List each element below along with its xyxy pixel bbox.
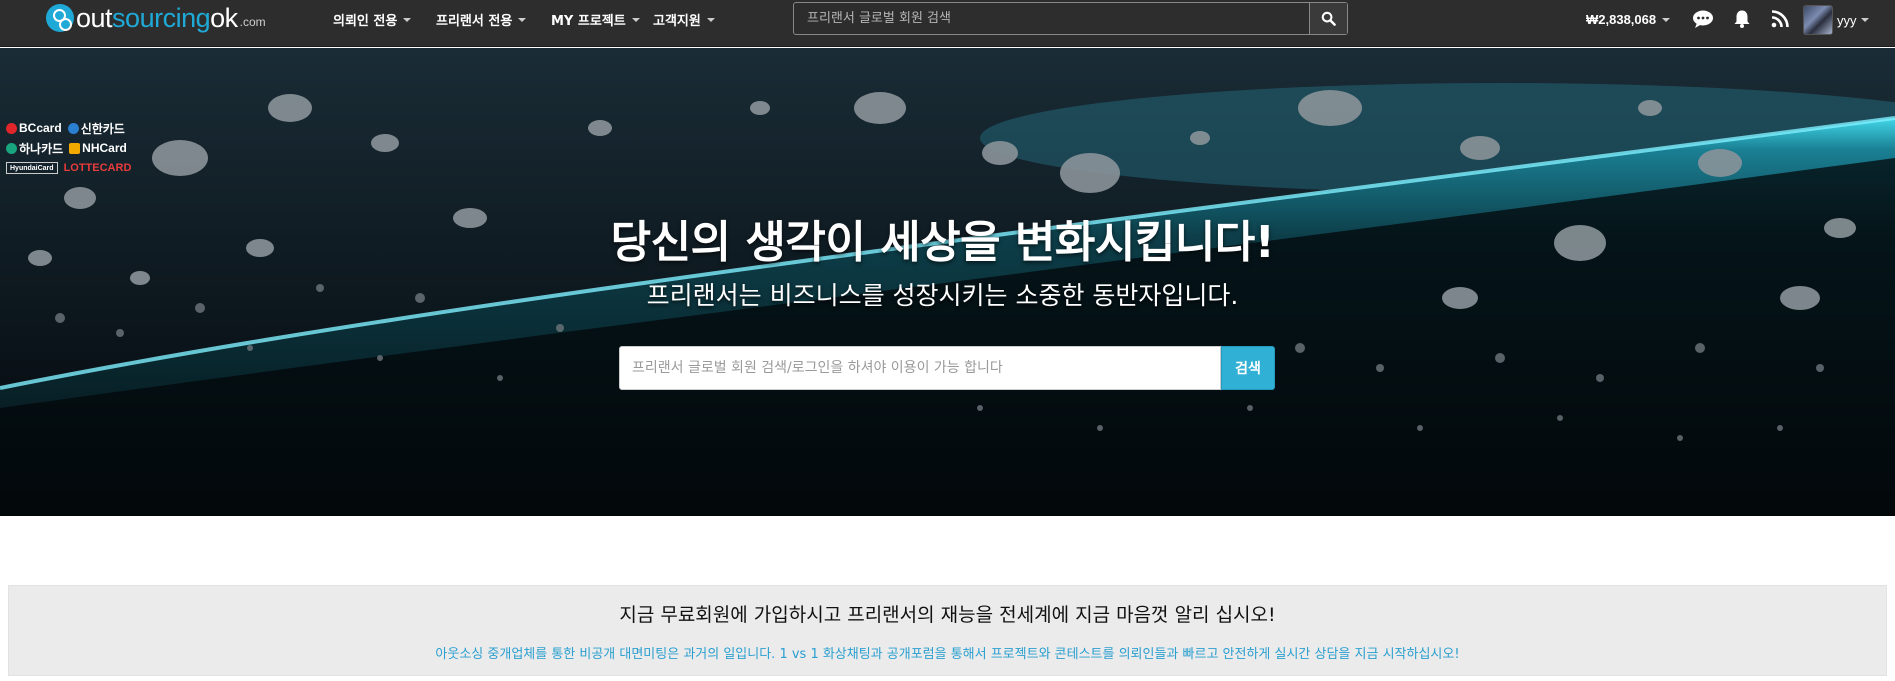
nav-search-button[interactable] xyxy=(1309,3,1347,34)
hero-subtitle: 프리랜서는 비즈니스를 성장시키는 소중한 동반자입니다. xyxy=(646,281,1239,310)
promo-banner: 지금 무료회원에 가입하시고 프리랜서의 재능을 전세계에 지금 마음껏 알리 … xyxy=(8,585,1887,676)
caret-down-icon xyxy=(706,17,715,22)
menu-customer-support[interactable]: 고객지원 xyxy=(653,0,715,39)
hero-title: 당신의 생각이 세상을 변화시킵니다! xyxy=(610,217,1275,268)
nav-search-box xyxy=(793,2,1348,35)
hero-search-button[interactable]: 검색 xyxy=(1221,346,1275,390)
user-menu[interactable]: yyy xyxy=(1803,4,1869,36)
logo-mark-icon xyxy=(46,4,74,32)
rss-icon[interactable] xyxy=(1768,8,1792,30)
avatar xyxy=(1803,5,1833,35)
menu-freelancer-only[interactable]: 프리랜서 전용 xyxy=(436,0,527,39)
hero-search-box: 검색 xyxy=(619,346,1275,390)
chat-icon[interactable] xyxy=(1691,8,1715,30)
caret-down-icon xyxy=(518,17,527,22)
lotte-card-logo: LOTTECARD xyxy=(63,162,132,174)
hana-card-logo: 하나카드 xyxy=(6,140,63,157)
menu-my-project[interactable]: MY 프로젝트 xyxy=(551,0,640,39)
shinhan-card-logo: 신한카드 xyxy=(67,120,125,137)
caret-down-icon xyxy=(1662,17,1671,22)
top-navbar: outsourcingok .com 의뢰인 전용 프리랜서 전용 MY 프로젝… xyxy=(0,0,1895,47)
bell-icon[interactable] xyxy=(1730,8,1754,30)
search-icon xyxy=(1321,11,1336,26)
menu-client-only[interactable]: 의뢰인 전용 xyxy=(333,0,412,39)
hyundai-card-logo: HyundaiCard xyxy=(6,162,58,174)
site-logo[interactable]: outsourcingok .com xyxy=(46,3,266,33)
balance-dropdown[interactable]: ₩2,838,068 xyxy=(1586,0,1671,39)
hero-banner: BCcard 신한카드 하나카드 NHCard HyundaiCard LOTT… xyxy=(0,48,1895,516)
caret-down-icon xyxy=(631,17,640,22)
hero-search-input[interactable] xyxy=(619,346,1221,390)
promo-subtitle: 아웃소싱 중개업체를 통한 비공개 대면미팅은 과거의 일입니다. 1 vs 1… xyxy=(435,647,1460,662)
nh-card-logo: NHCard xyxy=(69,141,127,155)
card-logos: BCcard 신한카드 하나카드 NHCard HyundaiCard LOTT… xyxy=(6,118,146,178)
caret-down-icon xyxy=(1860,18,1869,22)
caret-down-icon xyxy=(403,17,412,22)
promo-title: 지금 무료회원에 가입하시고 프리랜서의 재능을 전세계에 지금 마음껏 알리 … xyxy=(619,604,1276,626)
nav-search-input[interactable] xyxy=(794,3,1309,34)
bccard-logo: BCcard xyxy=(6,121,62,135)
